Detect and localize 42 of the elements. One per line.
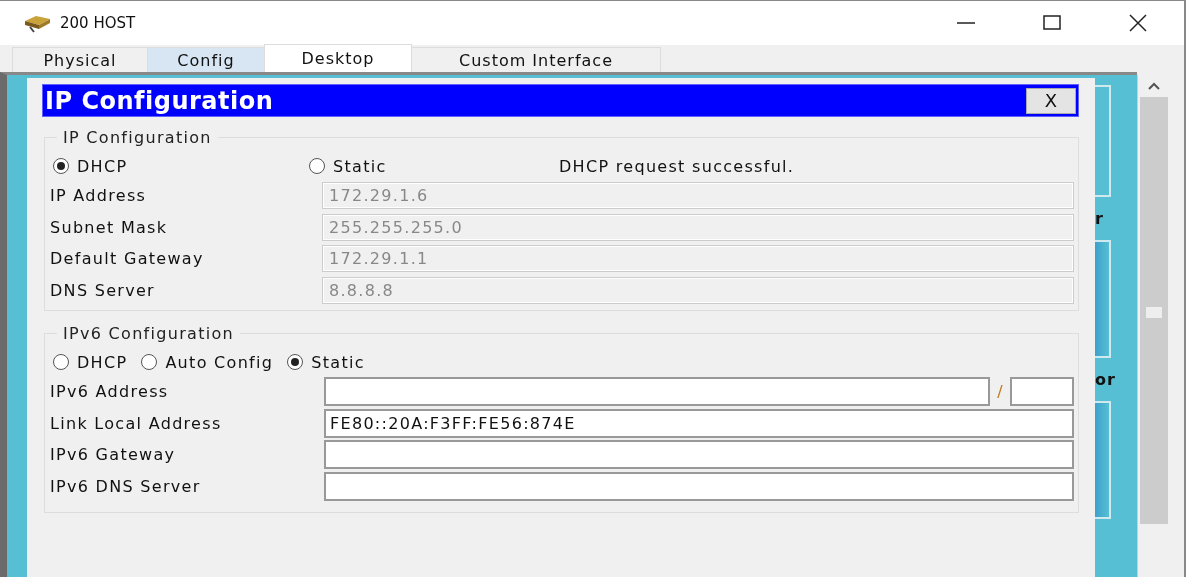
input-field[interactable]: FE80::20A:F3FF:FE56:874E (324, 408, 1074, 438)
status-message: DHCP request successful. (559, 156, 795, 176)
input-field[interactable] (324, 440, 1074, 470)
tab[interactable]: Physical (12, 47, 148, 72)
prefix-field[interactable] (1010, 377, 1074, 407)
desktop-label: r (1095, 209, 1104, 228)
field-label: Subnet Mask (49, 217, 169, 237)
field-label: IPv6 DNS Server (49, 476, 202, 496)
dialog-title: IP Configuration (44, 86, 274, 115)
radio-option[interactable]: Static (287, 352, 365, 372)
radio-icon[interactable] (309, 158, 325, 174)
radio-option[interactable]: Static (309, 156, 545, 176)
desktop-label: or (1095, 370, 1116, 389)
close-button[interactable]: X (1026, 87, 1076, 114)
group-legend: IP Configuration (57, 128, 218, 147)
tab[interactable]: Config (147, 47, 265, 72)
radio-icon[interactable] (141, 354, 158, 370)
radio-option[interactable]: DHCP (53, 352, 128, 372)
window-title: 200 HOST (60, 14, 136, 32)
field-label: Default Gateway (49, 249, 205, 269)
tab[interactable]: Custom Interface (411, 47, 661, 72)
field-label: DNS Server (49, 280, 156, 300)
field-label: IPv6 Gateway (49, 445, 177, 465)
field-label: Link Local Address (49, 413, 223, 433)
tab[interactable]: Desktop (264, 44, 412, 72)
radio-icon[interactable] (53, 354, 69, 370)
radio-option[interactable]: DHCP (53, 156, 295, 176)
field-label: IPv6 Address (49, 382, 170, 402)
prefix-separator: / (996, 382, 1004, 402)
close-icon[interactable] (1128, 13, 1148, 33)
input-field[interactable] (324, 377, 991, 407)
input-field[interactable] (324, 471, 1074, 501)
device-icon (22, 13, 52, 33)
field-label: IP Address (49, 186, 148, 206)
radio-option[interactable]: Auto Config (141, 352, 274, 372)
maximize-icon[interactable] (1042, 13, 1062, 33)
radio-icon[interactable] (53, 158, 69, 174)
scroll-up-icon[interactable] (1147, 81, 1161, 91)
scroll-thumb[interactable] (1140, 97, 1168, 524)
group-legend: IPv6 Configuration (57, 324, 240, 343)
radio-icon[interactable] (287, 354, 304, 370)
scrollbar[interactable] (1137, 75, 1170, 577)
